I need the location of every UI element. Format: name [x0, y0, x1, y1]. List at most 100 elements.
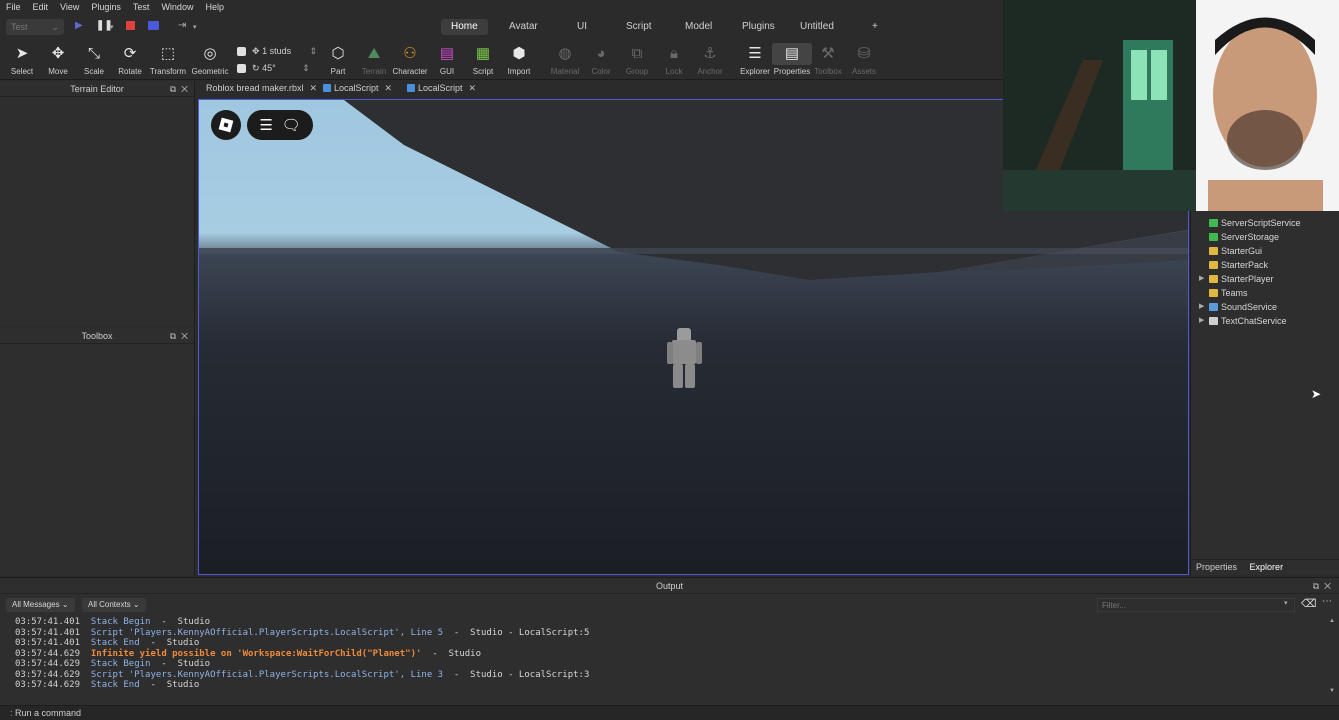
close-icon[interactable]: ✕ [385, 83, 393, 93]
menu-help[interactable]: Help [199, 2, 230, 12]
chevron-right-icon[interactable]: ▶ [1199, 272, 1204, 286]
explorer-button[interactable]: ☰ Explorer [735, 43, 775, 76]
explorer-item-starterplayer[interactable]: ▶ StarterPlayer [1191, 272, 1339, 286]
menu-file[interactable]: File [0, 2, 27, 12]
menu-view[interactable]: View [54, 2, 85, 12]
doc-tab-localscript-1[interactable]: LocalScript ✕ [323, 83, 392, 94]
explorer-item-starterpack[interactable]: StarterPack [1191, 258, 1339, 272]
tab-home[interactable]: Home [441, 19, 488, 35]
material-button[interactable]: ◍ Material [545, 43, 585, 76]
tab-avatar[interactable]: Avatar [499, 19, 548, 35]
chevron-right-icon[interactable]: ▶ [1199, 300, 1204, 314]
tab-model[interactable]: Model [675, 19, 722, 35]
doc-tab-place[interactable]: Roblox bread maker.rbxl ✕ [206, 83, 317, 94]
roblox-menu-logo[interactable] [211, 110, 241, 140]
character-button[interactable]: ⚇ Character [390, 43, 430, 76]
explorer-item-teams[interactable]: Teams [1191, 286, 1339, 300]
cursor-icon: ➤ [15, 45, 29, 62]
popout-icon[interactable]: ⧉ [1313, 581, 1319, 591]
tab-add[interactable]: + [862, 19, 888, 35]
popout-icon[interactable]: ⧉ [170, 84, 176, 94]
folder-icon [1209, 261, 1218, 269]
lock-button[interactable]: 🔒︎ Lock [654, 43, 694, 76]
script-button[interactable]: ▦ Script [463, 43, 503, 76]
doc-tab-label: LocalScript [418, 83, 463, 93]
contexts-filter-dropdown[interactable]: All Contexts ⌄ [82, 598, 146, 612]
output-filter-input[interactable] [1097, 598, 1295, 612]
play-icon[interactable]: ▶ [75, 20, 83, 31]
import-button[interactable]: ⬢ Import [499, 43, 539, 76]
close-icon[interactable]: ✕ [1324, 581, 1331, 591]
scale-tool-button[interactable]: ⤡ Scale [74, 43, 114, 76]
tab-properties[interactable]: Properties [1191, 560, 1242, 574]
popout-icon[interactable]: ⧉ [170, 331, 176, 341]
close-icon[interactable]: ✕ [181, 84, 188, 94]
terrain-button[interactable]: ⛰ Terrain [354, 43, 394, 76]
menu-plugins[interactable]: Plugins [85, 2, 127, 12]
tab-ui[interactable]: UI [567, 19, 597, 35]
menu-test[interactable]: Test [127, 2, 156, 12]
more-options-icon[interactable]: ⋯ [1322, 596, 1332, 607]
scroll-down-icon[interactable]: ▼ [1329, 688, 1335, 694]
transform-icon: ⬚ [160, 45, 176, 62]
stop-icon[interactable] [126, 21, 135, 30]
part-button[interactable]: ⬡ Part [318, 43, 358, 76]
geometric-icon: ◎ [203, 45, 217, 62]
explorer-panel: ServerScriptService ServerStorage Starte… [1190, 211, 1339, 575]
chat-icon[interactable]: 🗨︎ [282, 116, 301, 134]
color-button[interactable]: ◕ Color [581, 43, 621, 76]
chevron-down-icon[interactable]: ▾ [1284, 599, 1288, 607]
checkbox-icon[interactable] [237, 64, 246, 74]
anchor-button[interactable]: ⚓︎ Anchor [690, 43, 730, 76]
log-line: 03:57:44.629 Stack End - Studio [15, 680, 589, 691]
close-icon[interactable]: ✕ [310, 83, 318, 93]
properties-button[interactable]: ▤ Properties [772, 43, 812, 76]
step-icon[interactable]: ⇥ [178, 20, 186, 31]
doc-tab-localscript-2[interactable]: LocalScript ✕ [407, 83, 476, 94]
log-line: 03:57:41.401 Script 'Players.KennyAOffic… [15, 628, 589, 639]
chevron-down-icon[interactable]: ▾ [193, 23, 197, 31]
group-label: Group [625, 67, 649, 76]
rotate-tool-button[interactable]: ⟳ Rotate [110, 43, 150, 76]
contexts-filter-value: All Contexts [88, 600, 131, 609]
group-button[interactable]: ⧉ Group [617, 43, 657, 76]
explorer-item-soundservice[interactable]: ▶ SoundService [1191, 300, 1339, 314]
clear-output-icon[interactable]: ⌫ [1301, 597, 1317, 610]
messages-filter-dropdown[interactable]: All Messages ⌄ [6, 598, 75, 612]
gui-button[interactable]: ▤ GUI [427, 43, 467, 76]
chevron-down-icon[interactable]: ▾ [110, 23, 114, 31]
ground-plane [199, 248, 1188, 574]
menu-window[interactable]: Window [155, 2, 199, 12]
explorer-item-startergui[interactable]: StarterGui [1191, 244, 1339, 258]
scale-icon: ⤡ [87, 45, 100, 62]
move-tool-button[interactable]: ✥ Move [38, 43, 78, 76]
chevron-right-icon[interactable]: ▶ [1199, 314, 1204, 328]
rotate-snap-setting[interactable]: ↻ 45° ⇕ [237, 63, 310, 74]
tab-untitled[interactable]: Untitled [790, 19, 844, 35]
assets-button[interactable]: ⛁ Assets [844, 43, 884, 76]
command-bar[interactable]: : Run a command [0, 705, 1339, 720]
close-icon[interactable]: ✕ [181, 331, 188, 341]
chevron-down-icon: ⌄ [61, 600, 69, 609]
menu-edit[interactable]: Edit [27, 2, 55, 12]
explorer-item-serverscriptservice[interactable]: ServerScriptService [1191, 216, 1339, 230]
client-server-icon[interactable] [148, 21, 159, 30]
toolbox-button[interactable]: ⚒ Toolbox [808, 43, 848, 76]
output-scrollbar[interactable]: ▲ ▼ [1329, 618, 1337, 698]
explorer-item-serverstorage[interactable]: ServerStorage [1191, 230, 1339, 244]
tab-script[interactable]: Script [616, 19, 662, 35]
hamburger-menu-icon[interactable]: ☰ [259, 116, 272, 134]
output-panel: Output ⧉ ✕ All Messages ⌄ All Contexts ⌄… [0, 577, 1339, 720]
geometric-button[interactable]: ◎ Geometric [190, 43, 230, 76]
explorer-item-textchatservice[interactable]: ▶ TextChatService [1191, 314, 1339, 328]
tab-explorer[interactable]: Explorer [1245, 560, 1289, 574]
test-mode-select[interactable]: Test ⌄ [6, 19, 64, 35]
explorer-item-label: StarterGui [1221, 246, 1263, 256]
close-icon[interactable]: ✕ [469, 83, 477, 93]
checkbox-icon[interactable] [237, 47, 246, 57]
move-snap-setting[interactable]: ✥ 1 studs ⇕ [237, 46, 317, 57]
transform-tool-button[interactable]: ⬚ Transform [148, 43, 188, 76]
select-tool-button[interactable]: ➤ Select [2, 43, 42, 76]
scroll-up-icon[interactable]: ▲ [1329, 618, 1335, 624]
tab-plugins[interactable]: Plugins [732, 19, 785, 35]
